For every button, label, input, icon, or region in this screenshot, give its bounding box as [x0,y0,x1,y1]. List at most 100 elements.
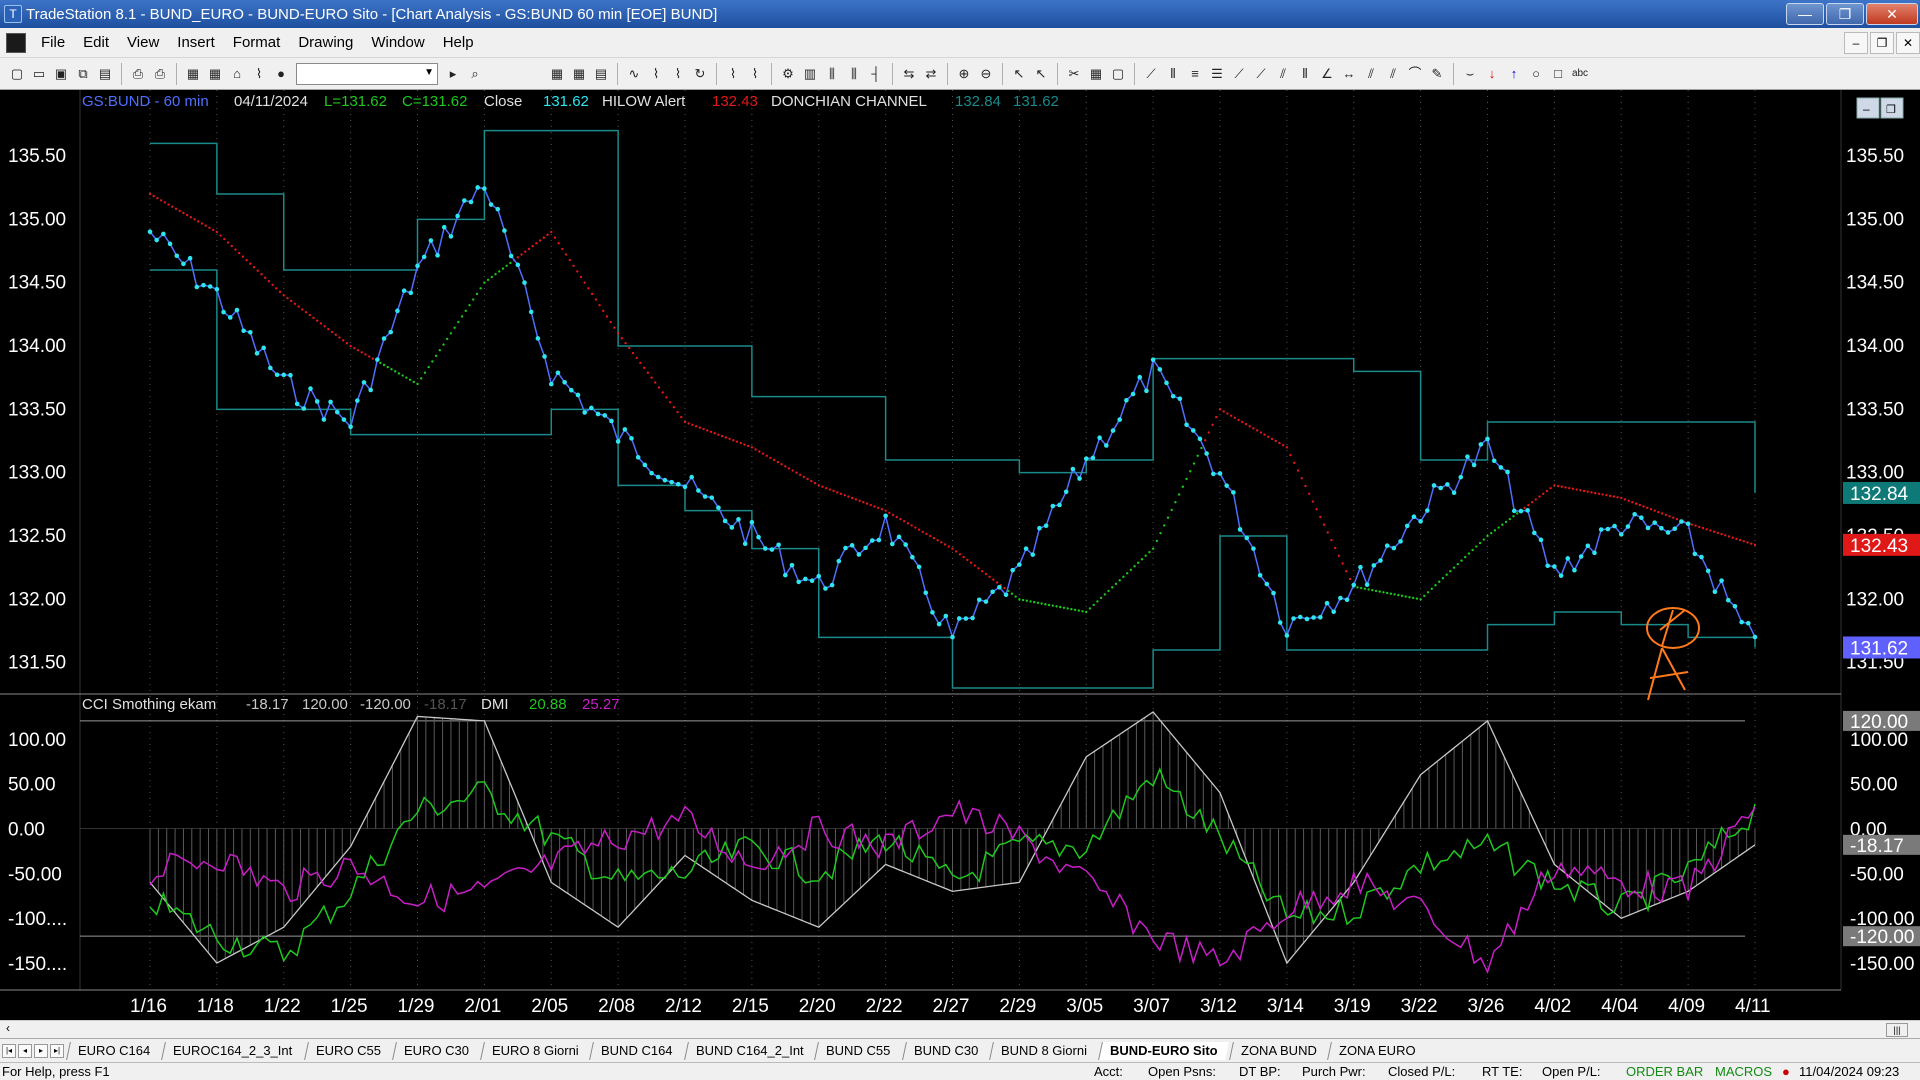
new-icon[interactable]: ▢ [8,65,26,83]
chart-icon[interactable]: ⌇ [250,65,268,83]
mdi-restore-button[interactable]: ❐ [1870,31,1894,54]
arrows-icon[interactable]: ⇄ [922,65,940,83]
tab-next-icon[interactable]: ▸ [34,1043,48,1058]
tab-bund-c164[interactable]: BUND C164 [589,1041,684,1060]
channel-icon[interactable]: ⫽ [1274,65,1292,83]
tab-euro-c55[interactable]: EURO C55 [303,1041,392,1060]
window-icon[interactable]: ▦ [184,65,202,83]
close-button[interactable]: ✕ [1866,3,1918,25]
cursor-icon[interactable]: ↖ [1032,65,1050,83]
refresh-icon[interactable]: ↻ [691,65,709,83]
menu-format[interactable]: Format [224,34,290,51]
indicator-axis-tick-right: 50.00 [1850,775,1898,796]
gear-icon[interactable]: ⚙ [779,65,797,83]
tab-bund-8-giorni[interactable]: BUND 8 Giorni [989,1041,1098,1060]
tab-prev-icon[interactable]: ◂ [18,1043,32,1058]
pencil-icon[interactable]: ✎ [1428,65,1446,83]
candle-icon[interactable]: ⫼ [823,65,841,83]
print-icon[interactable]: ⎙ [129,65,147,83]
vertical-lines-icon[interactable]: ⦀ [1164,65,1182,83]
menu-view[interactable]: View [118,34,168,51]
tab-zona-euro[interactable]: ZONA EURO [1327,1041,1427,1060]
window-icon[interactable]: ▦ [1087,65,1105,83]
globe-icon[interactable]: ● [272,65,290,83]
horizontal-scrollbar[interactable]: ‹ ||| [0,1020,1920,1038]
wave-icon[interactable]: ∿ [625,65,643,83]
down-arrow-icon[interactable]: ↓ [1483,65,1501,83]
rectangle-icon[interactable]: □ [1549,65,1567,83]
parallel-icon[interactable]: ⫽ [1384,65,1402,83]
status-macros[interactable]: MACROS [1715,1064,1772,1079]
chart-icon[interactable]: ⌇ [647,65,665,83]
fan-icon[interactable]: ⟋ [1230,65,1248,83]
window-icon[interactable]: ▦ [206,65,224,83]
tab-euroc164-2-3-int[interactable]: EUROC164_2_3_Int [161,1041,304,1060]
copy-icon[interactable]: ⧉ [74,65,92,83]
window-icon[interactable]: ▢ [1109,65,1127,83]
tab-euro-8-giorni[interactable]: EURO 8 Giorni [479,1041,590,1060]
tab-euro-c30[interactable]: EURO C30 [391,1041,480,1060]
menu-edit[interactable]: Edit [74,34,118,51]
fib-icon[interactable]: ☰ [1208,65,1226,83]
mdi-minimize-button[interactable]: – [1844,31,1868,54]
tab-euro-c164[interactable]: EURO C164 [66,1041,162,1060]
play-icon[interactable]: ▸ [444,65,462,83]
bar-chart-icon[interactable]: ▥ [801,65,819,83]
minimize-button[interactable]: — [1786,3,1824,25]
tools-icon[interactable]: ✂ [1065,65,1083,83]
maximize-button[interactable]: ❐ [1826,3,1864,25]
curve-icon[interactable]: ⌣ [1461,65,1479,83]
chart-analysis-window[interactable]: 135.50 135.50 135.00 135.00 134.50 134.50 134.… [0,90,1920,1020]
zoom-in-icon[interactable]: ⊕ [955,65,973,83]
menu-insert[interactable]: Insert [168,34,224,51]
fan-icon[interactable]: ⟋ [1252,65,1270,83]
scroll-left-arrow-icon[interactable]: ‹ [6,1021,10,1035]
text-icon[interactable]: abc [1571,65,1589,83]
tab-last-icon[interactable]: ▸| [50,1043,64,1058]
candle-icon[interactable]: ⫼ [845,65,863,83]
search-icon[interactable]: ⌕ [466,65,484,83]
menu-help[interactable]: Help [434,34,483,51]
horizontal-lines-icon[interactable]: ≡ [1186,65,1204,83]
tab-zona-bund[interactable]: ZONA BUND [1228,1041,1328,1060]
trendline-icon[interactable]: ⟋ [1142,65,1160,83]
grid-icon[interactable]: ▦ [548,65,566,83]
hilow-alert-dot [665,396,668,399]
grid-icon[interactable]: ▦ [570,65,588,83]
channel-icon[interactable]: ⦀ [1296,65,1314,83]
close-price-point [535,336,541,341]
tab-first-icon[interactable]: |◂ [2,1043,16,1058]
chart-window-icon[interactable] [6,32,26,53]
price-chart[interactable]: 135.50 135.50 135.00 135.00 134.50 134.50 134.… [0,90,1920,1020]
symbol-combo[interactable] [296,62,438,85]
ruler-icon[interactable]: ↔ [1340,65,1358,83]
ellipse-icon[interactable]: ○ [1527,65,1545,83]
table-icon[interactable]: ▤ [592,65,610,83]
status-order-bar[interactable]: ORDER BAR [1626,1064,1703,1079]
cursor-icon[interactable]: ↖ [1010,65,1028,83]
print-preview-icon[interactable]: ⎙ [151,65,169,83]
chart-icon[interactable]: ⌇ [724,65,742,83]
chart-icon[interactable]: ⌇ [669,65,687,83]
zoom-out-icon[interactable]: ⊖ [977,65,995,83]
parallel-icon[interactable]: ⫽ [1362,65,1380,83]
menu-window[interactable]: Window [362,34,433,51]
lock-icon[interactable]: ⌂ [228,65,246,83]
arrows-icon[interactable]: ⇆ [900,65,918,83]
angle-icon[interactable]: ∠ [1318,65,1336,83]
tab-bund-c30[interactable]: BUND C30 [901,1041,989,1060]
up-arrow-icon[interactable]: ↑ [1505,65,1523,83]
chart-icon[interactable]: ⌇ [746,65,764,83]
mdi-close-button[interactable]: ✕ [1896,31,1920,54]
folder-icon[interactable]: ▤ [96,65,114,83]
save-icon[interactable]: ▣ [52,65,70,83]
menu-file[interactable]: File [32,34,74,51]
menu-drawing[interactable]: Drawing [289,34,362,51]
tab-bund-c55[interactable]: BUND C55 [814,1041,902,1060]
tab-bund-euro-sito[interactable]: BUND-EURO Sito [1098,1041,1229,1060]
scroll-thumb[interactable]: ||| [1886,1023,1908,1037]
open-icon[interactable]: ▭ [30,65,48,83]
arc-icon[interactable]: ⌒ [1406,65,1424,83]
tab-bund-c164-2-int[interactable]: BUND C164_2_Int [683,1041,815,1060]
bar-icon[interactable]: ┤ [867,65,885,83]
